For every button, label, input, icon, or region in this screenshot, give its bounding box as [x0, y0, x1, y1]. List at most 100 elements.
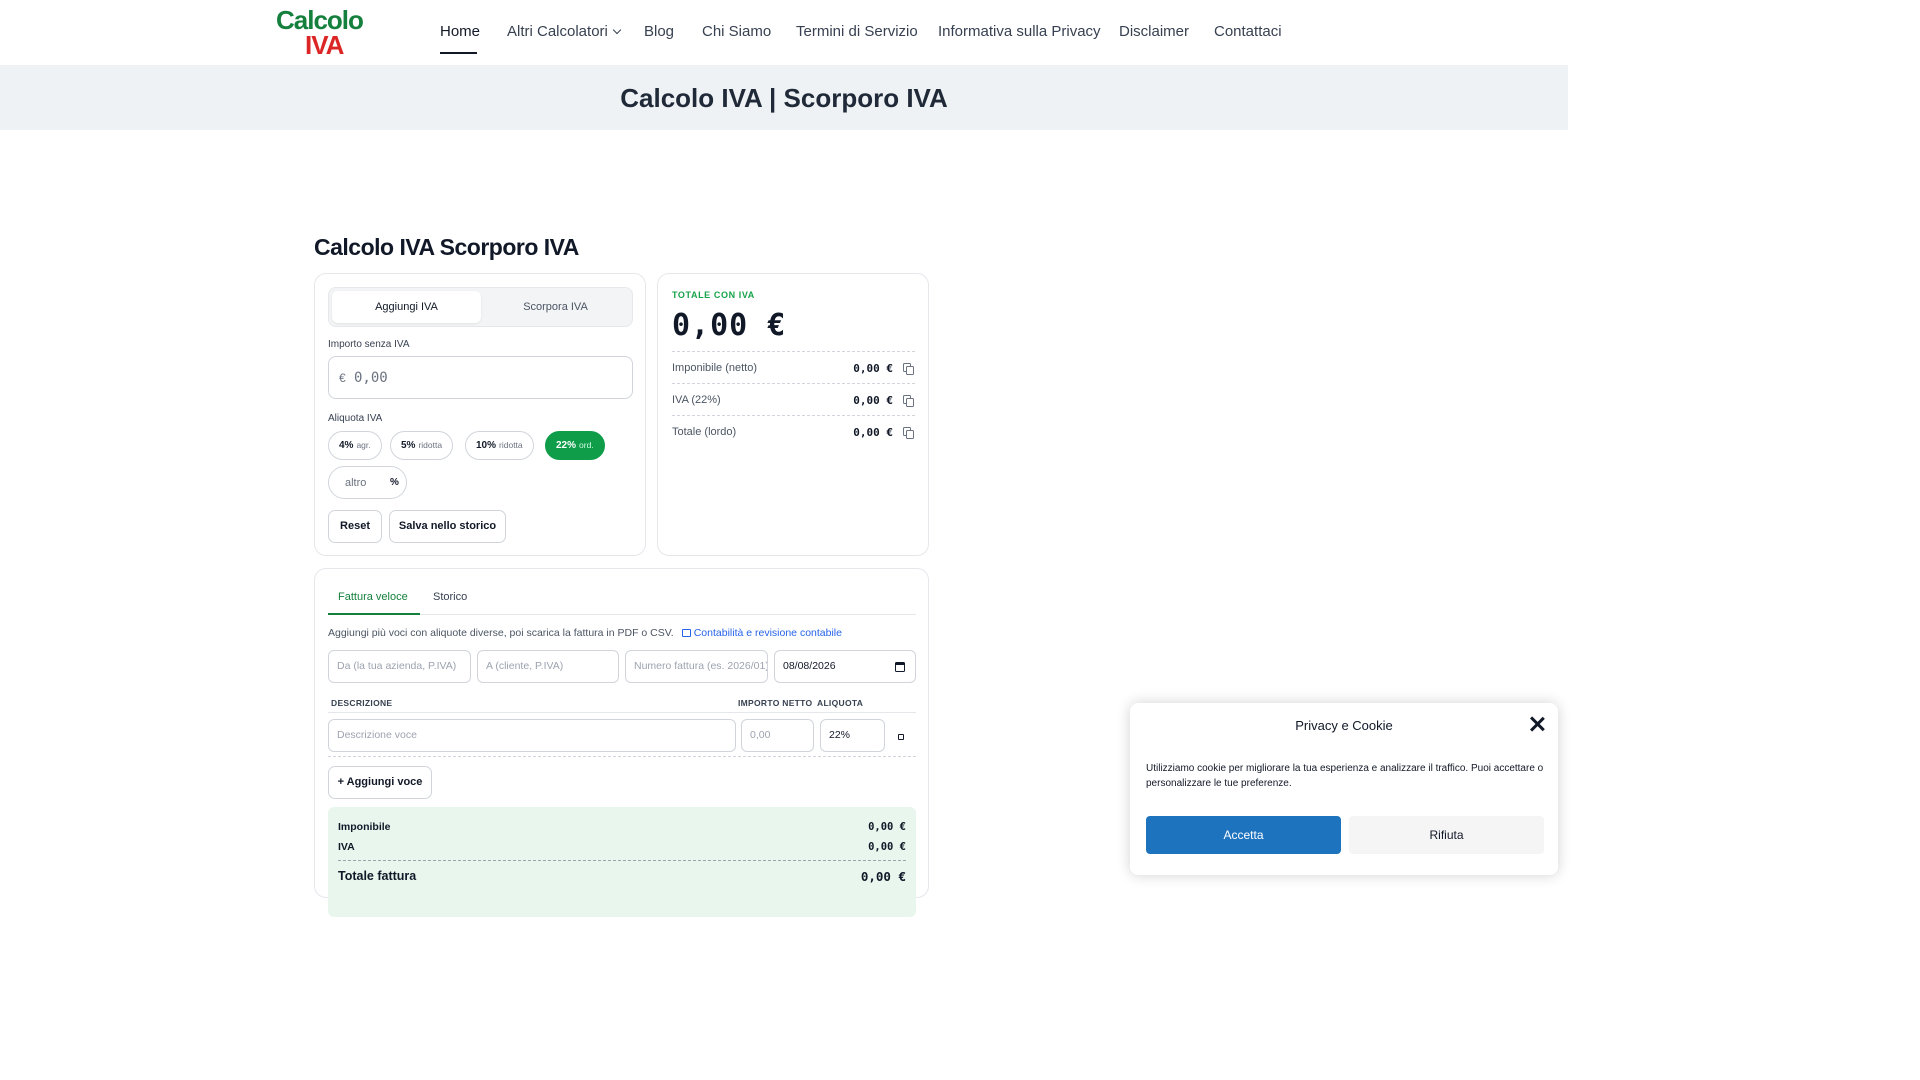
summary-key: IVA — [338, 841, 355, 853]
save-history-button[interactable]: Salva nello storico — [389, 510, 506, 543]
copy-icon[interactable] — [903, 395, 914, 407]
nav-home[interactable]: Home — [440, 23, 480, 40]
nav-termini[interactable]: Termini di Servizio — [796, 23, 918, 40]
hero-banner: Calcolo IVA | Scorporo IVA — [0, 65, 1568, 130]
result-key: Imponibile (netto) — [672, 362, 757, 374]
rate-value: 5% — [401, 440, 416, 451]
calendar-icon[interactable] — [895, 662, 905, 672]
accept-cookies-button[interactable]: Accetta — [1146, 816, 1341, 854]
nav-contattaci[interactable]: Contattaci — [1214, 23, 1282, 40]
chevron-down-icon — [612, 25, 622, 35]
logo-text-iva: IVA — [305, 29, 344, 60]
amount-input[interactable]: € 0,00 — [328, 356, 633, 399]
invoice-note: Aggiungi più voci con aliquote diverse, … — [328, 627, 842, 639]
result-row-imponibile: Imponibile (netto) 0,00 € — [672, 351, 915, 383]
tab-aggiungi-iva[interactable]: Aggiungi IVA — [332, 291, 481, 323]
calculator-card: Aggiungi IVA Scorpora IVA Importo senza … — [314, 273, 646, 556]
cookie-banner: Privacy e Cookie Utilizziamo cookie per … — [1130, 703, 1558, 875]
result-label: TOTALE CON IVA — [672, 290, 755, 300]
amount-placeholder: 0,00 — [354, 370, 388, 386]
invoice-summary: Imponibile 0,00 € IVA 0,00 € Totale fatt… — [328, 807, 916, 917]
rate-note: ridotta — [499, 440, 523, 450]
invoice-card: Fattura veloce Storico Aggiungi più voci… — [314, 568, 929, 917]
nav-altri-calcolatori-label: Altri Calcolatori — [507, 23, 608, 40]
rate-other-placeholder: altro — [345, 477, 367, 489]
amount-label: Importo senza IVA — [328, 339, 410, 350]
remove-item-icon[interactable] — [898, 734, 904, 740]
table-header-divider — [328, 712, 916, 713]
result-row-totale: Totale (lordo) 0,00 € — [672, 415, 915, 447]
reset-button[interactable]: Reset — [328, 510, 382, 543]
rate-other-input[interactable]: altro % — [328, 466, 407, 499]
result-value: 0,00 € — [853, 362, 893, 375]
result-card: TOTALE CON IVA 0,00 € Imponibile (netto)… — [657, 273, 929, 556]
mode-switch: Aggiungi IVA Scorpora IVA — [328, 287, 633, 327]
rate-value: 22% — [556, 440, 577, 451]
nav-altri-calcolatori[interactable]: Altri Calcolatori — [507, 23, 622, 40]
result-value: 0,00 € — [853, 394, 893, 407]
hero-title: Calcolo IVA | Scorporo IVA — [620, 83, 948, 113]
col-descrizione: DESCRIZIONE — [331, 698, 393, 708]
copy-icon[interactable] — [903, 427, 914, 439]
invoice-number-field[interactable]: Numero fattura (es. 2026/01) — [625, 650, 768, 683]
summary-totale: Totale fattura 0,00 € — [338, 869, 906, 884]
site-logo[interactable]: Calcolo IVA — [276, 5, 376, 60]
rate-label: Aliquota IVA — [328, 413, 383, 424]
summary-imponibile: Imponibile 0,00 € — [338, 821, 906, 833]
summary-divider — [338, 860, 906, 861]
summary-key: Totale fattura — [338, 869, 417, 883]
rate-chip-4[interactable]: 4% agr. — [328, 431, 382, 460]
currency-symbol: € — [339, 371, 346, 385]
nav-blog[interactable]: Blog — [644, 23, 674, 40]
invoice-note-text: Aggiungi più voci con aliquote diverse, … — [328, 627, 674, 639]
copy-icon[interactable] — [903, 363, 914, 375]
tab-scorpora-iva[interactable]: Scorpora IVA — [481, 291, 630, 323]
summary-value: 0,00 € — [860, 869, 906, 884]
result-row-iva: IVA (22%) 0,00 € — [672, 383, 915, 415]
rate-note: agr. — [356, 440, 371, 450]
nav-chi-siamo[interactable]: Chi Siamo — [702, 23, 771, 40]
logo-text-calcolo: Calcolo — [276, 5, 364, 35]
col-aliquota: ALIQUOTA — [817, 698, 864, 708]
summary-value: 0,00 € — [868, 821, 906, 833]
row-divider — [328, 756, 916, 757]
tab-storico[interactable]: Storico — [433, 591, 467, 615]
nav-active-indicator — [440, 52, 477, 54]
col-importo-netto: IMPORTO NETTO — [738, 698, 813, 708]
cookie-title: Privacy e Cookie — [1295, 718, 1393, 733]
result-key: Totale (lordo) — [672, 426, 737, 438]
add-item-button[interactable]: + Aggiungi voce — [328, 766, 432, 799]
site-header: Calcolo IVA Home Altri Calcolatori Blog … — [0, 0, 1568, 65]
nav-disclaimer[interactable]: Disclaimer — [1119, 23, 1189, 40]
rate-value: 10% — [476, 440, 497, 451]
rate-note: ord. — [579, 440, 594, 450]
summary-iva: IVA 0,00 € — [338, 841, 906, 853]
result-total: 0,00 € — [672, 308, 787, 343]
rate-chip-22[interactable]: 22% ord. — [545, 431, 605, 460]
invoice-tabs: Fattura veloce Storico — [328, 587, 916, 615]
nav-privacy[interactable]: Informativa sulla Privacy — [938, 23, 1101, 40]
rate-chip-5[interactable]: 5% ridotta — [390, 431, 454, 460]
reject-cookies-button[interactable]: Rifiuta — [1349, 816, 1544, 854]
item-description-input[interactable]: Descrizione voce — [328, 719, 736, 752]
ledger-icon — [681, 629, 691, 637]
result-key: IVA (22%) — [672, 394, 721, 406]
rate-note: ridotta — [418, 440, 443, 450]
rate-value: 4% — [339, 440, 354, 451]
result-value: 0,00 € — [853, 426, 893, 439]
summary-key: Imponibile — [338, 821, 391, 833]
item-amount-input[interactable]: 0,00 — [741, 719, 814, 752]
from-field[interactable]: Da (la tua azienda, P.IVA) — [328, 650, 471, 683]
cookie-text: Utilizziamo cookie per migliorare la tua… — [1146, 763, 1544, 789]
summary-value: 0,00 € — [868, 841, 906, 853]
date-value: 08/08/2026 — [783, 660, 836, 672]
tab-fattura-veloce[interactable]: Fattura veloce — [328, 591, 420, 615]
accounting-link[interactable]: Contabilità e revisione contabile — [694, 627, 842, 639]
page-title: Calcolo IVA Scorporo IVA — [314, 234, 579, 260]
item-rate-select[interactable]: 22% — [820, 719, 885, 752]
close-icon[interactable] — [1530, 717, 1544, 731]
date-field[interactable]: 08/08/2026 — [774, 650, 916, 683]
percent-suffix: % — [390, 477, 399, 488]
to-field[interactable]: A (cliente, P.IVA) — [477, 650, 619, 683]
rate-chip-10[interactable]: 10% ridotta — [465, 431, 534, 460]
